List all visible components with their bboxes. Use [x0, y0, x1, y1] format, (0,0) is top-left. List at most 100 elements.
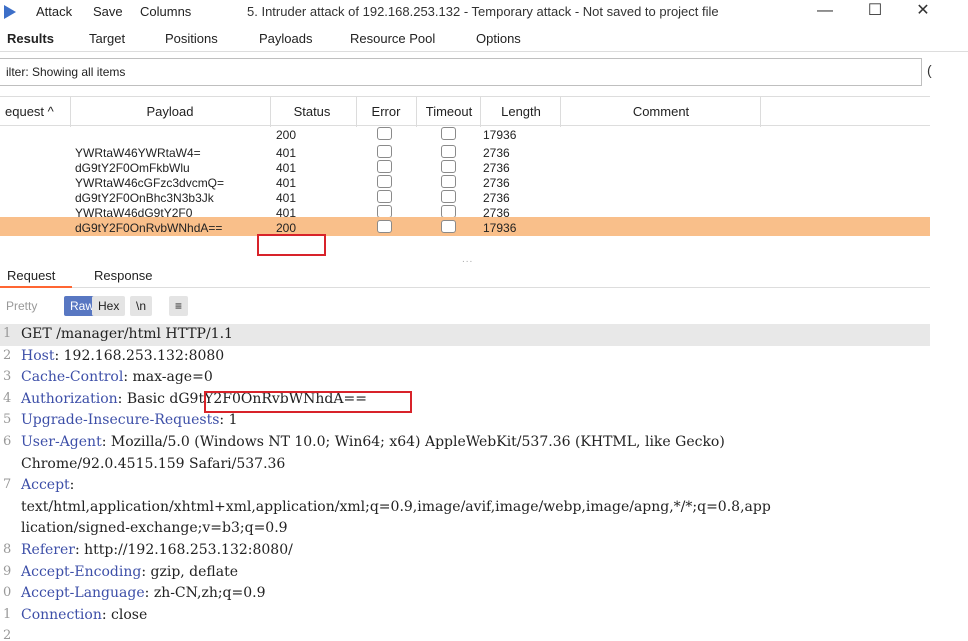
menu-save[interactable]: Save [93, 4, 123, 19]
request-line: lication/signed-exchange;v=b3;q=0.9 [0, 518, 930, 540]
request-line: Chrome/92.0.4515.159 Safari/537.36 [0, 454, 930, 476]
header-value: 1 [228, 412, 238, 429]
payload-cell: YWRtaW46YWRtaW4= [75, 146, 201, 160]
request-line: 0 Accept-Language: zh-CN,zh;q=0.9 [0, 583, 930, 605]
newline-toggle-button[interactable]: \n [130, 296, 153, 316]
header-separator: : [74, 542, 85, 558]
timeout-checkbox[interactable] [441, 160, 456, 173]
column-header-request[interactable]: equest ^ [5, 104, 54, 119]
tab-payloads[interactable]: Payloads [259, 31, 312, 46]
length-cell: 17936 [483, 221, 517, 235]
error-checkbox[interactable] [377, 127, 392, 140]
line-number: 6 [3, 434, 12, 449]
header-name: Accept-Encoding [21, 563, 142, 580]
tab-positions[interactable]: Positions [165, 31, 218, 46]
active-tab-underline [0, 286, 72, 288]
header-value: lication/signed-exchange;v=b3;q=0.9 [21, 520, 288, 537]
header-separator: : [69, 477, 75, 494]
line-number: 1 [3, 606, 12, 622]
line-number: 5 [3, 412, 12, 428]
editor-menu-icon[interactable]: ≡ [169, 296, 189, 316]
line-number: 1 [3, 326, 12, 341]
timeout-checkbox[interactable] [441, 127, 456, 140]
request-line: text/html,application/xhtml+xml,applicat… [0, 497, 930, 519]
header-name: Host [21, 347, 55, 364]
length-cell: 2736 [483, 161, 510, 175]
tab-response[interactable]: Response [94, 268, 153, 283]
error-checkbox[interactable] [377, 160, 392, 173]
header-value: max-age=0 [132, 369, 213, 386]
header-separator: : [144, 585, 154, 602]
error-checkbox[interactable] [377, 190, 392, 203]
status-cell: 401 [276, 146, 297, 160]
header-separator: : [101, 606, 112, 623]
line-number: 2 [3, 628, 12, 641]
tab-resource-pool[interactable]: Resource Pool [350, 31, 435, 46]
table-row[interactable]: 200 17936 [0, 127, 930, 142]
column-header-comment[interactable]: Comment [562, 104, 760, 119]
column-header-status[interactable]: Status [272, 104, 352, 119]
tab-target[interactable]: Target [89, 31, 125, 46]
timeout-checkbox[interactable] [441, 220, 456, 233]
menu-columns[interactable]: Columns [140, 4, 191, 19]
line-content: Upgrade-Insecure-Requests: 1 [21, 412, 238, 428]
request-line: 1 Connection: close [0, 605, 930, 627]
burp-app-icon [4, 5, 16, 19]
line-content: lication/signed-exchange;v=b3;q=0.9 [21, 520, 288, 536]
header-name: Authorization [21, 390, 118, 407]
message-tab-bar: Request Response [0, 264, 930, 288]
status-cell: 200 [276, 128, 297, 142]
table-row[interactable]: dG9tY2F0OmFkbWlu 401 2736 [0, 160, 930, 175]
error-checkbox[interactable] [377, 175, 392, 188]
line-number: 4 [3, 390, 12, 406]
error-checkbox[interactable] [377, 145, 392, 158]
tab-options[interactable]: Options [476, 31, 521, 46]
column-header-error[interactable]: Error [358, 104, 414, 119]
menu-attack[interactable]: Attack [36, 4, 72, 19]
timeout-checkbox[interactable] [441, 145, 456, 158]
header-separator: : [117, 390, 127, 407]
tab-results[interactable]: Results [7, 31, 54, 46]
status-cell: 401 [276, 161, 297, 175]
request-line: 8 Referer: http://192.168.253.132:8080/ [0, 540, 930, 562]
line-number: 9 [3, 563, 12, 579]
tab-request[interactable]: Request [7, 268, 55, 283]
line-content: Accept-Language: zh-CN,zh;q=0.9 [21, 585, 266, 601]
table-row[interactable]: YWRtaW46YWRtaW4= 401 2736 [0, 145, 930, 160]
hex-button[interactable]: Hex [92, 296, 126, 316]
line-number: 3 [3, 369, 12, 385]
request-line: 9 Accept-Encoding: gzip, deflate [0, 562, 930, 584]
filter-text: ilter: Showing all items [6, 65, 126, 79]
table-row[interactable]: dG9tY2F0OnBhc3N3b3Jk 401 2736 [0, 190, 930, 205]
status-highlight-box [257, 234, 326, 256]
request-line: 6 User-Agent: Mozilla/5.0 (Windows NT 10.… [0, 432, 930, 454]
maximize-button[interactable]: ☐ [855, 0, 895, 24]
length-cell: 2736 [483, 191, 510, 205]
payload-cell: dG9tY2F0OmFkbWlu [75, 161, 190, 175]
table-row[interactable]: dG9tY2F0OnRvbWNhdA== 200 17936 [0, 217, 930, 236]
timeout-checkbox[interactable] [441, 175, 456, 188]
timeout-checkbox[interactable] [441, 190, 456, 203]
table-row[interactable]: YWRtaW46cGFzc3dvcmQ= 401 2736 [0, 175, 930, 190]
filter-bar[interactable]: ilter: Showing all items [0, 58, 922, 86]
filter-help-icon[interactable]: ( [927, 62, 932, 78]
line-content: Connection: close [21, 607, 147, 623]
close-button[interactable]: ✕ [903, 0, 943, 24]
title-bar: Attack Save Columns 5. Intruder attack o… [0, 0, 968, 26]
payload-cell: dG9tY2F0OnBhc3N3b3Jk [75, 191, 214, 205]
status-cell: 401 [276, 176, 297, 190]
header-value: GET /manager/html HTTP/1.1 [21, 326, 233, 342]
header-separator: : [123, 369, 133, 386]
length-cell: 17936 [483, 128, 517, 142]
pretty-button[interactable]: Pretty [0, 296, 43, 316]
error-checkbox[interactable] [377, 220, 392, 233]
column-header-length[interactable]: Length [482, 104, 560, 119]
header-value: close [111, 606, 148, 623]
minimize-button[interactable]: — [805, 0, 845, 24]
column-header-timeout[interactable]: Timeout [418, 104, 480, 119]
line-number: 7 [3, 477, 12, 493]
header-value: zh-CN,zh;q=0.9 [153, 585, 266, 602]
line-content: text/html,application/xhtml+xml,applicat… [21, 499, 771, 515]
column-header-payload[interactable]: Payload [120, 104, 220, 119]
line-content: Chrome/92.0.4515.159 Safari/537.36 [21, 456, 285, 472]
